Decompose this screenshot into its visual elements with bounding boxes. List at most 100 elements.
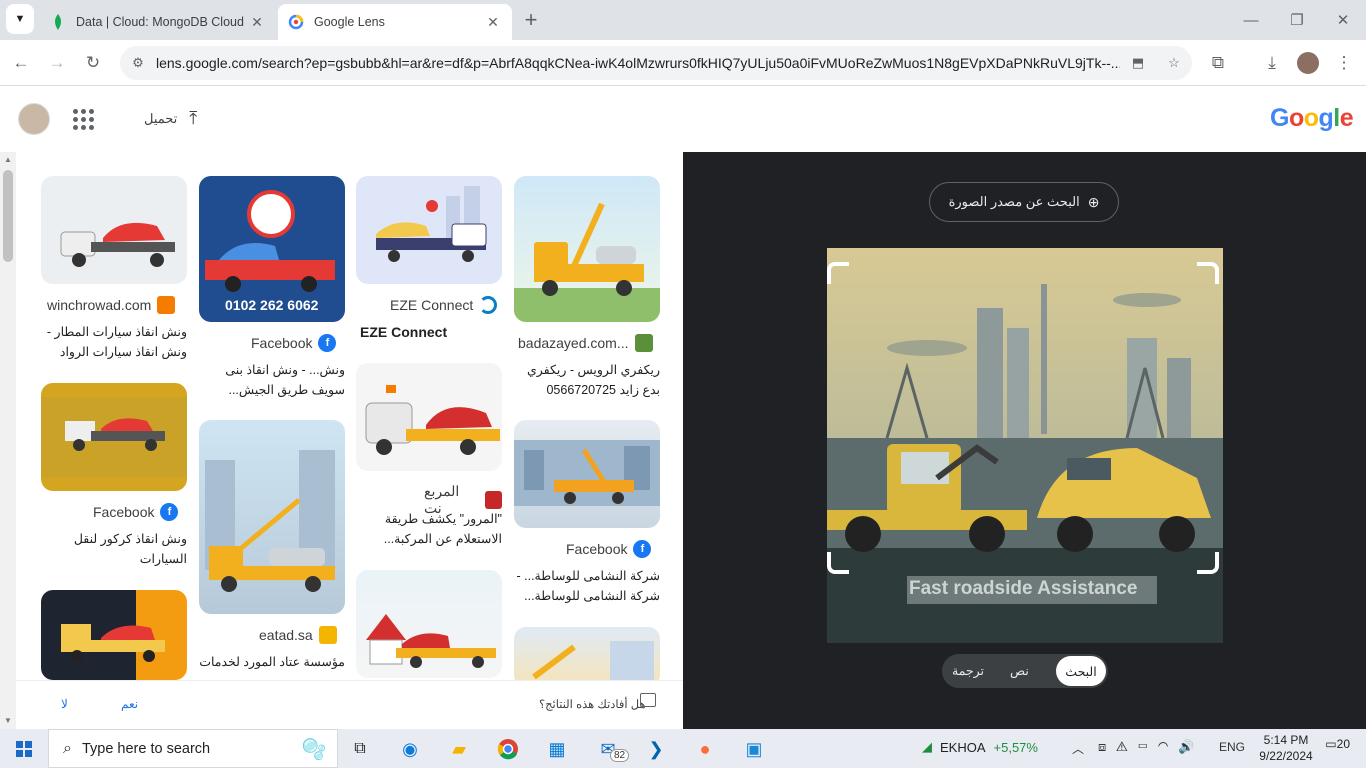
result-thumbnail[interactable] (514, 627, 660, 687)
language-indicator[interactable]: ENG (1219, 740, 1245, 754)
scrollbar-thumb[interactable] (3, 170, 13, 262)
copilot-icon[interactable]: 🫧 (298, 733, 330, 765)
notification-count: 20 (1336, 737, 1350, 751)
result-source[interactable]: EZE Connect (390, 296, 498, 314)
result-description[interactable]: ونش انقاذ سيارات المطار - ونش انقاذ سيار… (41, 322, 187, 362)
crop-handle[interactable] (1197, 552, 1219, 574)
scroll-up-icon[interactable]: ▲ (4, 155, 12, 164)
close-icon[interactable]: ✕ (484, 14, 502, 31)
site-settings-icon[interactable]: ⚙ (120, 55, 156, 71)
lens-header: تحميل ⤒ Google (0, 86, 1366, 152)
profile-avatar[interactable] (1293, 48, 1323, 78)
result-card[interactable]: EZE Connect EZE Connect (356, 176, 502, 340)
result-thumbnail[interactable] (356, 570, 502, 678)
result-source[interactable]: Facebook f (566, 540, 652, 558)
extensions-icon[interactable]: ⧉ (1203, 48, 1233, 78)
file-explorer-icon[interactable]: ▰ (443, 733, 475, 765)
result-description[interactable]: "المرور" يكشف طريقة الاستعلام عن المركبة… (356, 509, 502, 549)
vscode-icon[interactable]: ❯ (640, 733, 672, 765)
result-description[interactable]: ونش... - ونش انقاذ بنى سويف طريق الجيش..… (199, 360, 345, 400)
feedback-icon[interactable] (640, 693, 656, 707)
result-thumbnail[interactable] (514, 420, 660, 528)
result-source[interactable]: winchrowad.com (47, 296, 176, 314)
address-bar[interactable]: ⚙ lens.google.com/search?ep=gsbubb&hl=ar… (120, 46, 1192, 80)
site-favicon-icon (157, 296, 176, 314)
mail-icon[interactable]: ✉ 82 (592, 733, 630, 765)
result-card[interactable]: winchrowad.com ونش انقاذ سيارات المطار -… (41, 176, 187, 359)
windows-start-icon[interactable] (8, 733, 40, 765)
result-card[interactable]: Facebook f ونش انقاذ كركور لنقل السيارات (41, 383, 187, 566)
result-thumbnail[interactable] (41, 590, 187, 680)
result-description[interactable]: شركة النشامى للوساطة... - شركة النشامى ل… (514, 566, 661, 606)
task-view-icon[interactable]: ⧉ (344, 733, 376, 765)
result-card[interactable]: badazayed.com... ريكفري الرويس - ريكفري … (514, 176, 660, 397)
result-source[interactable]: eatad.sa (259, 626, 337, 644)
result-card[interactable] (41, 590, 187, 680)
result-card[interactable] (514, 627, 660, 687)
photos-icon[interactable]: ▣ (738, 733, 770, 765)
result-thumbnail[interactable] (199, 420, 345, 614)
crop-handle[interactable] (827, 262, 849, 284)
download-icon[interactable]: ⤓ (1257, 48, 1287, 78)
query-image[interactable]: Fast roadside Assistance (827, 248, 1223, 643)
store-icon[interactable]: ▦ (541, 733, 573, 765)
more-menu-icon[interactable]: ⋮ (1329, 48, 1359, 78)
result-thumbnail[interactable] (514, 176, 660, 322)
reload-icon[interactable]: ↻ (78, 48, 108, 78)
crop-handle[interactable] (827, 552, 849, 574)
result-thumbnail[interactable] (41, 176, 187, 284)
find-image-source-button[interactable]: البحث عن مصدر الصورة ⊕ (929, 182, 1119, 222)
result-card[interactable]: Facebook f شركة النشامى للوساطة... - شركة… (514, 420, 660, 603)
back-arrow-icon[interactable]: ← (6, 48, 36, 78)
edge-icon[interactable]: ◉ (394, 733, 426, 765)
notifications-icon[interactable]: ▭20 (1324, 737, 1350, 761)
yes-button[interactable]: نعم (121, 697, 138, 711)
tab-search[interactable]: البحث (1056, 656, 1106, 686)
account-avatar[interactable] (18, 103, 50, 135)
clock[interactable]: 5:14 PM 9/22/2024 (1256, 732, 1316, 764)
result-thumbnail[interactable] (356, 176, 502, 284)
google-logo[interactable]: Google (1270, 104, 1354, 133)
system-tray-icons[interactable]: ⧈⚠▭◠🔊 (1098, 739, 1204, 755)
taskbar-search-box[interactable]: ⌕ Type here to search (48, 729, 338, 768)
postman-icon[interactable]: ● (689, 733, 721, 765)
no-button[interactable]: لا (61, 697, 68, 711)
upload-button[interactable]: تحميل ⤒ (144, 108, 197, 129)
result-thumbnail[interactable] (41, 383, 187, 491)
result-source[interactable]: badazayed.com... (518, 334, 653, 352)
result-card[interactable]: eatad.sa مؤسسة عتاد المورد لخدمات (199, 420, 345, 669)
result-description[interactable]: EZE Connect (360, 322, 506, 342)
result-description[interactable]: ونش انقاذ كركور لنقل السيارات (41, 529, 187, 569)
new-tab-button[interactable]: + (516, 5, 546, 35)
tab-search-button[interactable]: ▼ (6, 4, 34, 34)
bookmark-star-icon[interactable]: ☆ (1156, 55, 1192, 71)
result-description[interactable]: ريكفري الرويس - ريكفري بدع زايد 05667207… (514, 360, 660, 400)
tab-google-lens[interactable]: Google Lens ✕ (278, 4, 512, 40)
result-description[interactable]: مؤسسة عتاد المورد لخدمات (199, 652, 345, 672)
result-card[interactable]: المربع نت "المرور" يكشف طريقة الاستعلام … (356, 363, 502, 546)
close-icon[interactable]: ✕ (248, 14, 266, 31)
result-source[interactable]: Facebook f (251, 334, 337, 352)
forward-arrow-icon[interactable]: → (42, 48, 72, 78)
show-hidden-icons[interactable]: ︿ (1072, 740, 1084, 757)
stock-widget[interactable]: ◢ EKHOA +5,57% (922, 739, 1038, 755)
image-caption: Fast roadside Assistance (909, 578, 1138, 599)
restore-button[interactable]: ❐ (1274, 6, 1320, 34)
scroll-down-icon[interactable]: ▼ (4, 716, 12, 725)
result-source[interactable]: Facebook f (93, 503, 179, 521)
result-thumbnail[interactable]: 0102 262 6062 (199, 176, 345, 322)
result-card[interactable]: 0102 262 6062 Facebook f ونش... - ونش انق… (199, 176, 345, 397)
minimize-button[interactable]: — (1228, 6, 1274, 34)
chrome-icon[interactable] (492, 733, 524, 765)
url-text[interactable]: lens.google.com/search?ep=gsbubb&hl=ar&r… (156, 55, 1120, 71)
tab-mongodb[interactable]: Data | Cloud: MongoDB Cloud ✕ (40, 4, 276, 40)
tab-text[interactable]: نص (1010, 663, 1029, 678)
apps-grid-icon[interactable] (70, 106, 96, 132)
result-thumbnail[interactable] (356, 363, 502, 471)
source-name: EZE Connect (390, 297, 474, 313)
crop-handle[interactable] (1197, 262, 1219, 284)
window-close-button[interactable]: ✕ (1320, 6, 1366, 34)
result-card[interactable] (356, 570, 502, 678)
install-app-icon[interactable]: ⬒ (1120, 55, 1156, 71)
tab-translate[interactable]: ترجمة (952, 663, 984, 678)
